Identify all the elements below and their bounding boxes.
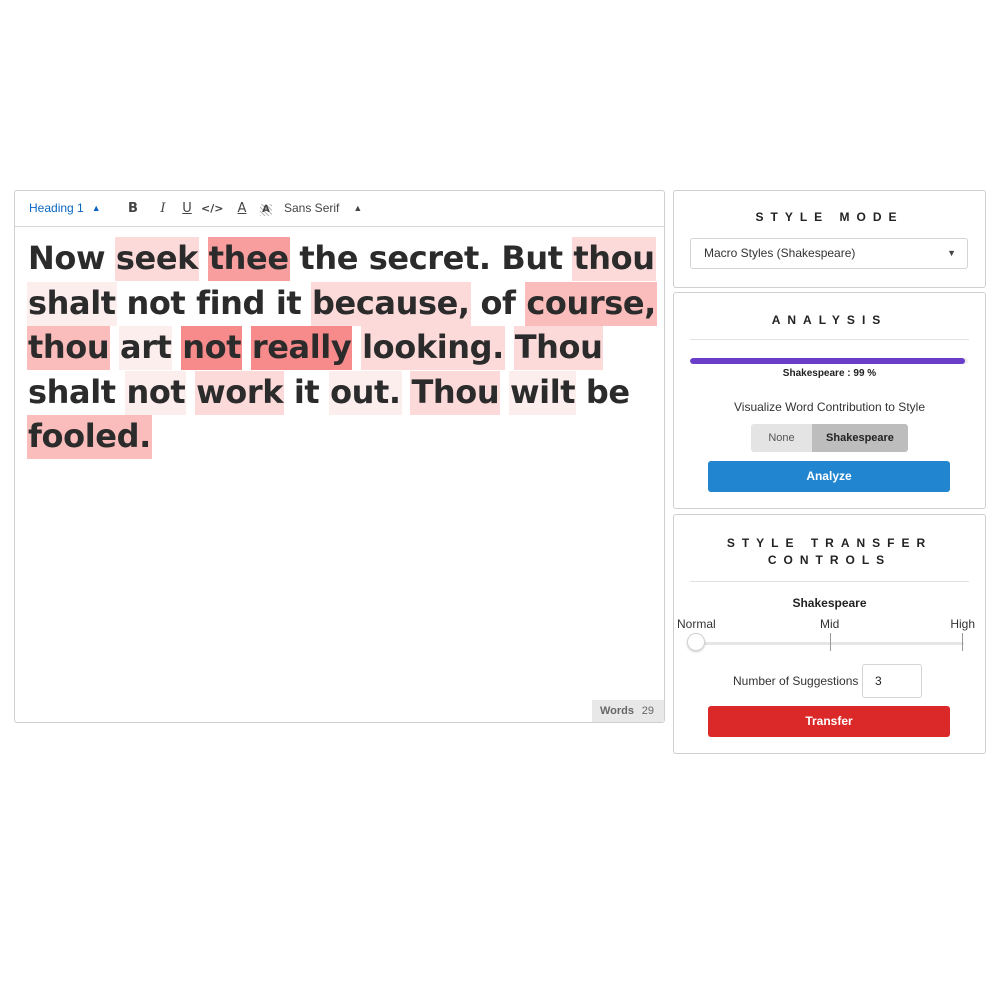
heading-select[interactable]: Heading 1 ▲︎ xyxy=(29,191,101,226)
editor-word: wilt xyxy=(508,370,577,415)
editor-word: thou xyxy=(27,326,111,370)
editor-word: because, xyxy=(311,281,471,326)
editor-word: fooled. xyxy=(27,415,152,459)
progress-label: Shakespeare : 99 % xyxy=(782,368,877,379)
editor-content[interactable]: Now seek thee the secret. But thou shalt… xyxy=(27,236,657,459)
style-mode-selected: Macro Styles (Shakespeare) xyxy=(704,246,856,260)
code-button[interactable]: </> xyxy=(201,191,223,226)
style-mode-select[interactable]: Macro Styles (Shakespeare) ▼ xyxy=(690,238,968,269)
divider xyxy=(690,581,969,582)
dropdown-caret-icon: ▼ xyxy=(947,248,956,258)
editor-word: But xyxy=(501,239,563,277)
intensity-slider-handle[interactable] xyxy=(687,633,705,651)
editor-word: Now xyxy=(28,239,106,277)
style-transfer-title-line2: CONTROLS xyxy=(767,553,892,567)
word-count-label: Words xyxy=(600,705,635,717)
editor-word: shalt xyxy=(27,281,117,326)
style-transfer-title-line1: STYLE TRANSFER xyxy=(726,536,933,550)
text-editor[interactable]: Heading 1 ▲︎ B I U </> A A Sans Serif ▲︎ N… xyxy=(14,190,665,723)
editor-word: thou xyxy=(572,237,656,281)
suggestions-label: Number of Suggestions xyxy=(733,674,859,688)
editor-word: it xyxy=(275,283,302,322)
heading-select-value: Heading 1 xyxy=(29,201,84,215)
editor-word: seek xyxy=(114,237,200,281)
editor-word: not xyxy=(181,326,243,370)
editor-word: Thou xyxy=(513,326,604,370)
select-arrows-icon: ▲︎ xyxy=(353,203,363,213)
editor-word: of xyxy=(480,283,516,322)
progress-fill xyxy=(690,358,966,364)
slider-title: Shakespeare xyxy=(792,596,867,610)
editor-toolbar: Heading 1 ▲︎ B I U </> A A Sans Serif ▲︎ xyxy=(15,191,664,227)
slider-label-high: High xyxy=(950,617,975,631)
editor-word: work xyxy=(195,370,285,415)
style-transfer-panel: STYLE TRANSFER CONTROLS Shakespeare Norm… xyxy=(673,514,986,754)
bold-button[interactable]: B xyxy=(124,191,142,226)
slider-label-normal: Normal xyxy=(677,617,716,631)
editor-word: it xyxy=(293,372,320,411)
slider-label-mid: Mid xyxy=(820,617,840,631)
editor-word: thee xyxy=(207,237,290,281)
editor-word: Thou xyxy=(410,370,501,415)
word-count: Words 29 xyxy=(592,700,664,722)
slider-tick-mid xyxy=(830,633,831,651)
word-count-value: 29 xyxy=(641,705,654,717)
editor-word: really xyxy=(250,326,353,370)
editor-word: looking. xyxy=(361,326,505,370)
analysis-title: ANALYSIS xyxy=(771,313,888,327)
editor-word: art xyxy=(119,326,173,370)
toggle-shakespeare-button[interactable]: Shakespeare xyxy=(812,424,908,452)
editor-word: not xyxy=(125,370,187,415)
editor-word: the xyxy=(299,239,359,277)
background-color-button[interactable]: A xyxy=(257,191,275,226)
style-mode-title: STYLE MODE xyxy=(755,210,904,224)
toggle-none-button[interactable]: None xyxy=(751,424,812,452)
underline-button[interactable]: U xyxy=(178,191,196,226)
editor-word: not xyxy=(126,283,186,322)
italic-button[interactable]: I xyxy=(154,191,172,226)
style-mode-panel: STYLE MODE Macro Styles (Shakespeare) ▼ xyxy=(673,190,986,288)
highlight-icon: A xyxy=(260,204,272,216)
analyze-button[interactable]: Analyze xyxy=(708,461,950,492)
editor-word: secret. xyxy=(368,239,491,277)
visualize-toggle: None Shakespeare xyxy=(751,424,908,452)
divider xyxy=(690,339,969,340)
font-select[interactable]: Sans Serif ▲︎ xyxy=(284,191,362,226)
editor-word: course, xyxy=(525,281,657,326)
analysis-panel: ANALYSIS Shakespeare : 99 % Visualize Wo… xyxy=(673,292,986,509)
editor-word: be xyxy=(585,372,630,411)
editor-word: out. xyxy=(329,370,402,415)
select-arrows-icon: ▲︎ xyxy=(91,203,101,213)
font-select-value: Sans Serif xyxy=(284,201,340,215)
style-score-progress xyxy=(690,358,968,364)
style-transfer-title: STYLE TRANSFER CONTROLS xyxy=(674,535,985,569)
text-color-button[interactable]: A xyxy=(233,191,251,226)
slider-tick-high xyxy=(962,633,963,651)
transfer-button[interactable]: Transfer xyxy=(708,706,950,737)
editor-word: find xyxy=(196,283,266,322)
editor-word: shalt xyxy=(28,372,116,411)
suggestions-input[interactable]: 3 xyxy=(862,664,922,698)
visualize-label: Visualize Word Contribution to Style xyxy=(734,400,925,414)
